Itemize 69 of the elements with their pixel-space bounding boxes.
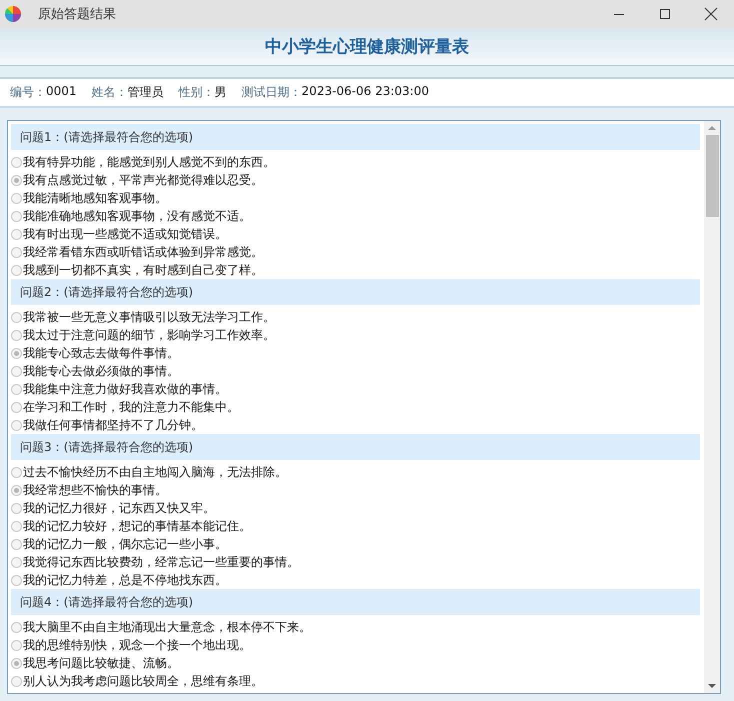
option-label: 我的记忆力特差，总是不停地找东西。 <box>23 572 227 588</box>
option-label: 我能集中注意力做好我喜欢做的事情。 <box>23 380 227 398</box>
radio-button[interactable] <box>11 384 22 394</box>
radio-button[interactable] <box>11 420 22 430</box>
field-label: 测试日期： <box>242 84 302 101</box>
form-title: 中小学生心理健康测评量表 <box>265 36 469 58</box>
radio-button[interactable] <box>11 520 22 532</box>
option-label: 我有特异功能，能感觉到别人感觉不到的东西。 <box>23 154 275 170</box>
radio-button[interactable] <box>11 658 22 668</box>
radio-button[interactable] <box>11 156 22 168</box>
radio-button[interactable] <box>11 330 22 340</box>
option-label: 过去不愉快经历不由自主地闯入脑海，无法排除。 <box>23 464 287 480</box>
option-label: 我感到一切都不真实，有时感到自己变了样。 <box>23 262 263 278</box>
field-label: 编号： <box>10 84 46 101</box>
radio-button[interactable] <box>11 556 22 568</box>
option-label: 我太过于注意问题的细节，影响学习工作效率。 <box>23 326 275 344</box>
question-header: 问题3：(请选择最符合您的选项) <box>11 434 700 460</box>
window-title: 原始答题结果 <box>38 6 117 23</box>
option-label: 我能专心去做必须做的事情。 <box>23 362 179 380</box>
question-header: 问题1：(请选择最符合您的选项) <box>11 124 700 150</box>
option-label: 我大脑里不由自主地涌现出大量意念，根本停不下来。 <box>23 618 311 636</box>
radio-button[interactable] <box>11 502 22 514</box>
field-value: 管理员 <box>128 84 164 101</box>
radio-button[interactable] <box>11 192 22 204</box>
option-label: 我的思维特别快，观念一个接一个地出现。 <box>23 636 251 654</box>
radio-button[interactable] <box>11 640 22 650</box>
option-label: 我觉得记东西比较费劲，经常忘记一些重要的事情。 <box>23 554 299 570</box>
radio-button[interactable] <box>11 466 22 478</box>
option-label: 我的记忆力一般，偶尔忘记一些小事。 <box>23 536 227 552</box>
scrollbar[interactable] <box>704 121 720 693</box>
option-label: 我能专心致志去做每件事情。 <box>23 344 179 362</box>
radio-button[interactable] <box>11 312 22 322</box>
field-label: 性别： <box>178 84 215 101</box>
radio-button[interactable] <box>11 264 22 276</box>
radio-button[interactable] <box>11 348 22 358</box>
radio-button[interactable] <box>11 246 22 258</box>
maximize-icon <box>659 8 671 20</box>
option-label: 我经常想些不愉快的事情。 <box>23 482 167 498</box>
radio-button[interactable] <box>11 174 22 186</box>
radio-button[interactable] <box>11 210 22 222</box>
scroll-thumb[interactable] <box>706 135 718 217</box>
field-label: 姓名： <box>92 84 128 101</box>
app-logo-icon <box>4 5 22 23</box>
radio-button[interactable] <box>11 484 22 496</box>
option-label: 我做任何事情都坚持不了几分钟。 <box>23 416 203 434</box>
option-label: 我能准确地感知客观事物，没有感觉不适。 <box>23 208 251 224</box>
field-value: 男 <box>214 84 227 101</box>
radio-button[interactable] <box>11 538 22 550</box>
field-value: 0001 <box>46 84 77 100</box>
option-label: 我有时出现一些感觉不适或知觉错误。 <box>23 226 227 242</box>
radio-button[interactable] <box>11 366 22 376</box>
option-label: 我能清晰地感知客观事物。 <box>23 190 167 206</box>
radio-button[interactable] <box>11 622 22 632</box>
option-label: 我思考问题比较敏捷、流畅。 <box>23 654 179 672</box>
radio-button[interactable] <box>11 676 22 686</box>
radio-button[interactable] <box>11 574 22 586</box>
question-header: 问题4：(请选择最符合您的选项) <box>11 589 700 615</box>
option-label: 我经常看错东西或听错话或体验到异常感觉。 <box>23 244 263 260</box>
option-label: 我常被一些无意义事情吸引以致无法学习工作。 <box>23 308 275 326</box>
option-label: 在学习和工作时，我的注意力不能集中。 <box>23 398 239 416</box>
option-label: 别人认为我考虑问题比较周全，思维有条理。 <box>23 672 263 690</box>
field-value: 2023-06-06 23:03:00 <box>302 84 429 100</box>
question-header: 问题2：(请选择最符合您的选项) <box>11 279 700 305</box>
option-label: 我有点感觉过敏，平常声光都觉得难以忍受。 <box>23 172 263 188</box>
radio-button[interactable] <box>11 402 22 412</box>
radio-button[interactable] <box>11 228 22 240</box>
close-icon <box>704 7 718 21</box>
option-label: 我的记忆力很好，记东西又快又牢。 <box>23 500 215 516</box>
option-label: 我的记忆力较好，想记的事情基本能记住。 <box>23 518 251 534</box>
